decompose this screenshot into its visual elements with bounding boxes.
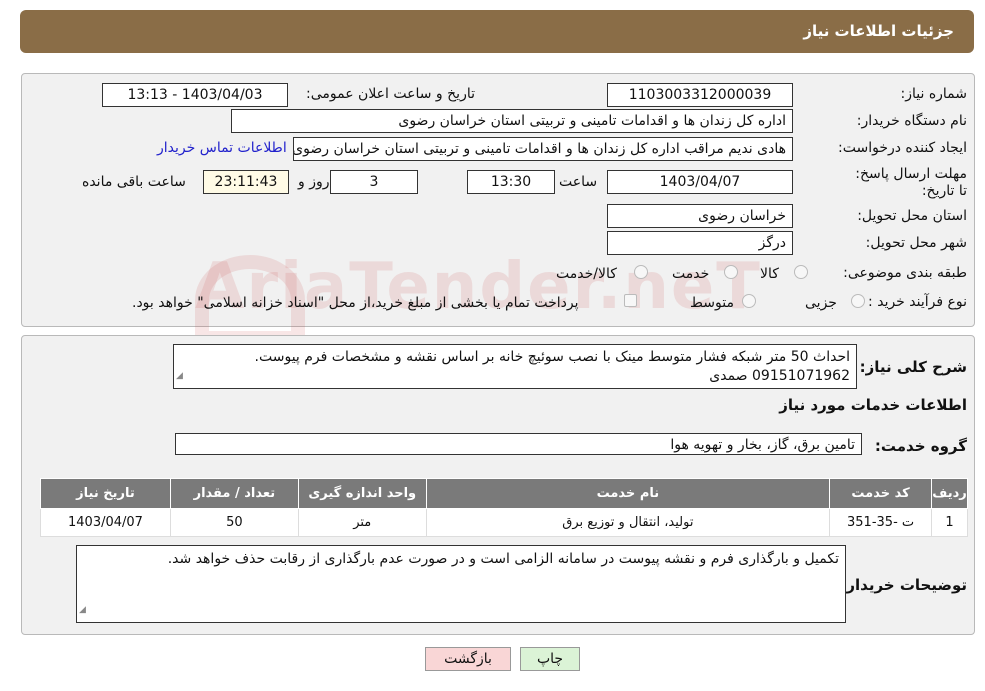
services-table: ردیف کد خدمت نام خدمت واحد اندازه گیری ت… <box>40 478 968 537</box>
creator-label: ایجاد کننده درخواست: <box>838 140 967 156</box>
remaining-time-field: 23:11:43 <box>203 170 289 194</box>
table-header-row: ردیف کد خدمت نام خدمت واحد اندازه گیری ت… <box>40 478 968 509</box>
deadline-time-field: 13:30 <box>467 170 555 194</box>
announce-label: تاریخ و ساعت اعلان عمومی: <box>306 86 475 102</box>
process-minor-label: جزیی <box>805 295 837 311</box>
process-medium-radio[interactable] <box>742 294 756 308</box>
category-service-radio[interactable] <box>724 265 738 279</box>
remaining-label: ساعت باقی مانده <box>82 174 186 190</box>
print-button[interactable]: چاپ <box>520 647 580 671</box>
cell-need-date: 1403/04/07 <box>40 508 171 537</box>
announce-field: 1403/04/03 - 13:13 <box>102 83 288 107</box>
col-quantity: تعداد / مقدار <box>169 478 299 509</box>
city-field: درگز <box>607 231 793 255</box>
summary-line-1: احداث 50 متر شبکه فشار متوسط مینک با نصب… <box>254 349 850 365</box>
deadline-time-label: ساعت <box>559 174 598 190</box>
back-button[interactable]: بازگشت <box>425 647 511 671</box>
need-number-field: 1103003312000039 <box>607 83 793 107</box>
buyer-notes-label: توضیحات خریدار: <box>840 576 967 594</box>
service-group-field: تامین برق، گاز، بخار و تهویه هوا <box>175 433 862 455</box>
treasury-payment-note: پرداخت تمام یا بخشی از مبلغ خرید،از محل … <box>132 295 579 311</box>
cell-service-code: ت -35-351 <box>829 508 933 537</box>
buyer-org-field: اداره کل زندان ها و اقدامات تامینی و ترب… <box>231 109 793 133</box>
cell-row: 1 <box>931 508 968 537</box>
province-label: استان محل تحویل: <box>857 208 967 224</box>
process-medium-label: متوسط <box>690 295 734 311</box>
deadline-date-field: 1403/04/07 <box>607 170 793 194</box>
treasury-payment-checkbox[interactable] <box>624 294 637 307</box>
service-group-label: گروه خدمت: <box>874 437 967 455</box>
process-minor-radio[interactable] <box>851 294 865 308</box>
page-header: جزئیات اطلاعات نیاز <box>20 10 974 53</box>
cell-unit: متر <box>297 508 427 537</box>
resize-handle-icon[interactable]: ◢ <box>79 601 86 620</box>
category-label: طبقه بندی موضوعی: <box>843 265 967 281</box>
col-service-name: نام خدمت <box>425 478 831 509</box>
creator-field: هادی ندیم مراقب اداره کل زندان ها و اقدا… <box>293 137 793 161</box>
category-both-label: کالا/خدمت <box>556 266 617 282</box>
table-row: 1 ت -35-351 تولید، انتقال و توزیع برق مت… <box>40 508 968 537</box>
summary-line-2: 09151071962 صمدی <box>709 368 850 384</box>
buyer-notes-text: تکمیل و بارگذاری فرم و نقشه پیوست در سام… <box>167 551 839 567</box>
cell-quantity: 50 <box>169 508 299 537</box>
services-heading: اطلاعات خدمات مورد نیاز <box>779 396 967 414</box>
summary-label: شرح کلی نیاز: <box>859 358 967 376</box>
province-field: خراسان رضوی <box>607 204 793 228</box>
process-label: نوع فرآیند خرید : <box>868 294 967 310</box>
contact-info-link[interactable]: اطلاعات تماس خریدار <box>157 140 287 156</box>
days-label: روز و <box>298 174 330 190</box>
city-label: شهر محل تحویل: <box>865 235 967 251</box>
col-service-code: کد خدمت <box>829 478 933 509</box>
category-goods-radio[interactable] <box>794 265 808 279</box>
days-field: 3 <box>330 170 418 194</box>
col-row: ردیف <box>931 478 968 509</box>
cell-service-name: تولید، انتقال و توزیع برق <box>425 508 831 537</box>
resize-handle-icon[interactable]: ◢ <box>176 367 183 386</box>
buyer-org-label: نام دستگاه خریدار: <box>856 113 967 129</box>
category-service-label: خدمت <box>672 266 710 282</box>
page-title: جزئیات اطلاعات نیاز <box>803 22 954 40</box>
col-unit: واحد اندازه گیری <box>297 478 427 509</box>
deadline-label: مهلت ارسال پاسخ: تا تاریخ: <box>855 166 967 199</box>
col-need-date: تاریخ نیاز <box>40 478 171 509</box>
category-goods-label: کالا <box>760 266 779 282</box>
category-both-radio[interactable] <box>634 265 648 279</box>
buyer-notes-textarea[interactable]: تکمیل و بارگذاری فرم و نقشه پیوست در سام… <box>76 545 846 623</box>
need-number-label: شماره نیاز: <box>900 86 968 102</box>
summary-textarea[interactable]: احداث 50 متر شبکه فشار متوسط مینک با نصب… <box>173 344 857 389</box>
